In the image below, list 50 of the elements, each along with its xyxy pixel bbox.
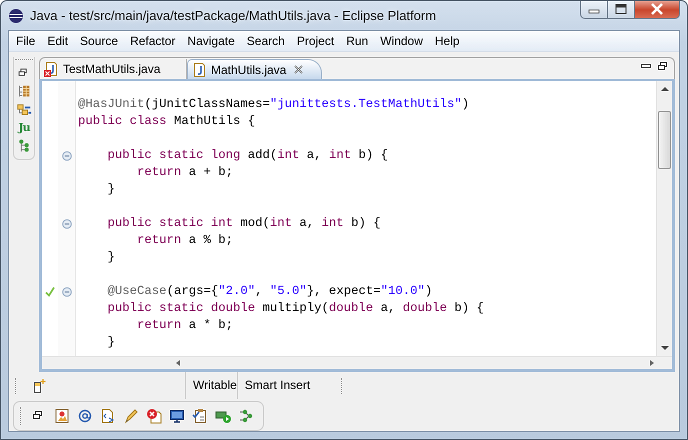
collapse-icon[interactable] [62, 218, 72, 228]
menu-item[interactable]: Refactor [124, 34, 182, 48]
status-text: Smart Insert [236, 372, 341, 399]
code-line: @HasJUnit(jUnitClassNames="junittests.TestMathUtils") [78, 96, 470, 113]
menu-item[interactable]: Source [74, 34, 124, 48]
code-line: } [106, 249, 116, 266]
horizontal-scrollbar[interactable] [42, 356, 672, 369]
menu-item[interactable]: Edit [41, 34, 74, 48]
status-text: Writable [185, 372, 237, 399]
collapse-icon[interactable] [62, 150, 72, 160]
pen-icon[interactable] [123, 408, 139, 424]
menu-item[interactable]: Search [240, 34, 291, 48]
code-line: return a % b; [136, 232, 234, 249]
code-line: return a + b; [136, 164, 234, 181]
outline-icon[interactable] [16, 102, 32, 117]
menu-item[interactable]: File [10, 34, 42, 48]
junit-icon[interactable]: Ju [18, 120, 30, 135]
menu-item[interactable]: Navigate [181, 34, 241, 48]
app-icon [8, 8, 24, 24]
menu-item[interactable]: Run [340, 34, 374, 48]
menu-item[interactable]: Help [428, 34, 466, 48]
new-item-icon[interactable] [32, 378, 46, 394]
menu-item[interactable]: Window [374, 34, 429, 48]
monitor-icon[interactable] [169, 408, 185, 424]
close-button[interactable] [635, 1, 680, 19]
minimize-button[interactable] [580, 1, 608, 19]
code-line: public static long add(int a, int b) { [106, 147, 389, 164]
menu-item[interactable]: Project [290, 34, 340, 48]
at-sign-icon[interactable] [77, 408, 93, 424]
hierarchy-icon[interactable] [16, 84, 32, 98]
code-line: @UseCase(args={"2.0", "5.0"}, expect="10.0") [106, 283, 434, 300]
clipboard-icon[interactable] [192, 408, 208, 424]
restore-icon[interactable] [656, 61, 668, 71]
vertical-scrollbar[interactable] [656, 81, 672, 356]
java-file-icon [192, 62, 206, 78]
error-icon[interactable] [146, 408, 162, 424]
code-line: public static double multiply(double a, double b) { [106, 300, 485, 317]
nodes-icon[interactable] [238, 408, 254, 424]
close-icon[interactable] [293, 64, 304, 75]
code-line: } [106, 334, 116, 351]
editor-tab[interactable]: MathUtils.java [187, 59, 322, 79]
code-line: public static int mod(int a, int b) { [106, 215, 382, 232]
code-line: public class MathUtils { [78, 113, 256, 130]
maximize-button[interactable] [608, 1, 635, 19]
collapse-icon[interactable] [62, 286, 72, 296]
document-icon[interactable] [100, 408, 116, 424]
window-title: Java - test/src/main/java/testPackage/MathUtils.java - Eclipse Platform [30, 8, 436, 23]
code-line: } [106, 181, 116, 198]
code-line: return a * b; [136, 317, 234, 334]
image-icon[interactable] [54, 408, 70, 424]
